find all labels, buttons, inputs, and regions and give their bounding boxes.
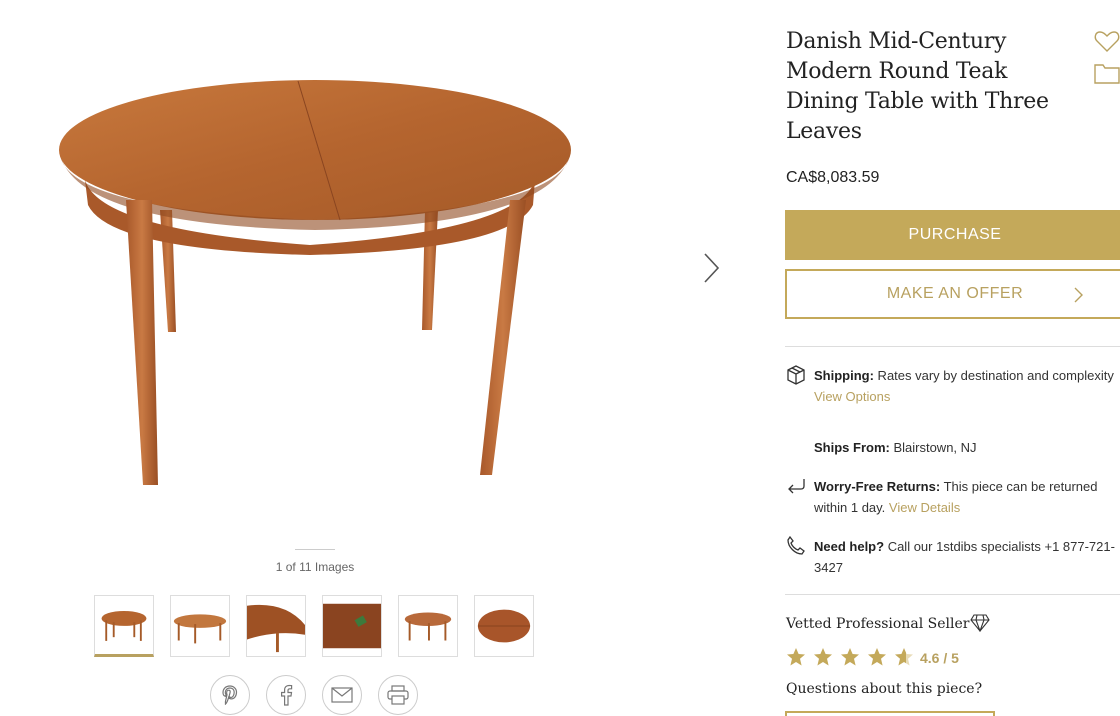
- half-star-icon: [895, 648, 913, 666]
- shipping-label: Shipping:: [814, 368, 874, 383]
- section-divider: [785, 594, 1120, 595]
- phone-icon: [787, 536, 805, 555]
- thumbnail-strip: [94, 595, 534, 657]
- returns-label: Worry-Free Returns:: [814, 479, 941, 494]
- next-image-chevron-icon[interactable]: [696, 248, 726, 288]
- view-details-link[interactable]: View Details: [889, 500, 960, 515]
- facebook-icon[interactable]: [266, 675, 306, 715]
- help-label: Need help?: [814, 539, 885, 554]
- product-price: CA$8,083.59: [786, 169, 880, 186]
- thumbnail-6[interactable]: [474, 595, 534, 657]
- thumbnail-1[interactable]: [94, 595, 154, 657]
- star-icon: [868, 648, 886, 666]
- thumbnail-4[interactable]: [322, 595, 382, 657]
- ships-from-label: Ships From:: [814, 440, 890, 455]
- seller-rating-value: 4.6 / 5: [920, 650, 959, 666]
- box-icon: [787, 365, 805, 385]
- chevron-right-icon: [1074, 287, 1083, 303]
- share-buttons: [210, 675, 418, 715]
- star-icon: [814, 648, 832, 666]
- product-title: Danish Mid-Century Modern Round Teak Din…: [786, 29, 1049, 144]
- purchase-button[interactable]: PURCHASE: [785, 210, 1120, 260]
- star-icon: [841, 648, 859, 666]
- make-offer-label: MAKE AN OFFER: [886, 285, 1024, 302]
- returns-info: Worry-Free Returns: This piece can be re…: [786, 476, 1116, 518]
- thumbnail-2[interactable]: [170, 595, 230, 657]
- seller-rating-stars: [786, 647, 914, 667]
- heart-icon[interactable]: [1094, 28, 1120, 54]
- main-product-image[interactable]: [40, 60, 600, 500]
- email-icon[interactable]: [322, 675, 362, 715]
- ships-from-info: Ships From: Blairstown, NJ: [786, 437, 1116, 458]
- shipping-info: Shipping: Rates vary by destination and …: [786, 365, 1116, 407]
- return-arrow-icon: [788, 479, 805, 494]
- image-counter: 1 of 11 Images: [275, 560, 355, 574]
- vetted-seller-label: Vetted Professional Seller: [786, 616, 970, 632]
- help-info: Need help? Call our 1stdibs specialists …: [786, 536, 1116, 578]
- thumbnail-3[interactable]: [246, 595, 306, 657]
- pinterest-icon[interactable]: [210, 675, 250, 715]
- shipping-text: Rates vary by destination and complexity: [873, 368, 1114, 383]
- ask-seller-button[interactable]: [785, 711, 995, 716]
- section-divider: [785, 346, 1120, 347]
- thumbnail-5[interactable]: [398, 595, 458, 657]
- view-options-link[interactable]: View Options: [814, 389, 890, 404]
- folder-icon[interactable]: [1094, 62, 1120, 86]
- ships-from-value: Blairstown, NJ: [889, 440, 977, 455]
- diamond-icon[interactable]: [970, 614, 990, 632]
- questions-heading: Questions about this piece?: [786, 681, 983, 697]
- print-icon[interactable]: [378, 675, 418, 715]
- counter-divider: [295, 549, 335, 550]
- make-offer-button[interactable]: MAKE AN OFFER: [785, 269, 1120, 319]
- star-icon: [787, 648, 805, 666]
